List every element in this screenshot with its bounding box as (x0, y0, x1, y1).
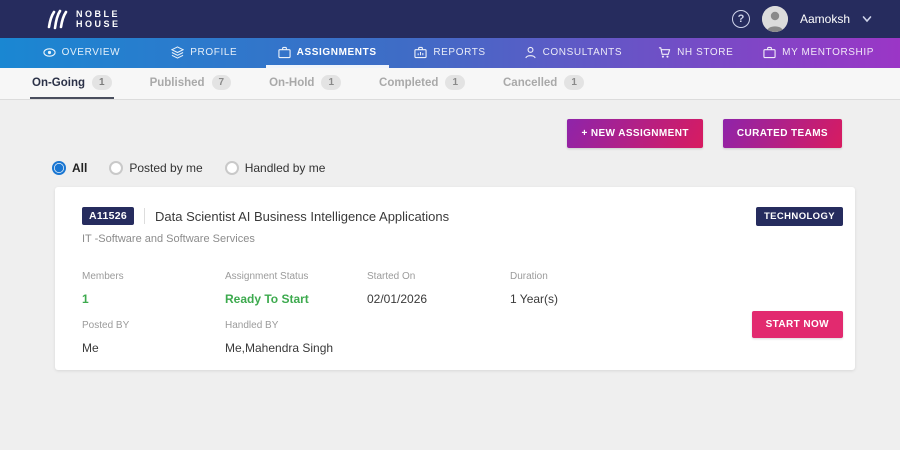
field-value: 02/01/2026 (367, 292, 510, 306)
radio-icon (225, 161, 239, 175)
main-content: + NEW ASSIGNMENT CURATED TEAMS All Poste… (0, 100, 900, 450)
tab-count-badge: 7 (212, 75, 232, 90)
eye-icon (43, 46, 56, 59)
logo-text: NOBLE HOUSE (76, 9, 121, 30)
nav-label: OVERVIEW (62, 47, 121, 58)
nav-item-overview[interactable]: OVERVIEW (20, 38, 143, 68)
field-assignment-status: Assignment Status Ready To Start (225, 271, 367, 306)
radio-label: Posted by me (129, 161, 202, 175)
app-window: NOBLE HOUSE ? Aamoksh (0, 0, 900, 450)
radio-icon (52, 161, 66, 175)
nav-label: PROFILE (190, 47, 237, 58)
card-header: A11526 Data Scientist AI Business Intell… (82, 207, 843, 225)
field-value: 1 (82, 292, 225, 306)
field-label: Members (82, 271, 225, 282)
curated-teams-button[interactable]: CURATED TEAMS (723, 119, 842, 148)
nav-label: CONSULTANTS (543, 47, 623, 58)
field-handled-by: Handled BY Me,Mahendra Singh (225, 320, 843, 355)
noble-house-logo[interactable]: NOBLE HOUSE (45, 7, 121, 31)
nav-label: MY MENTORSHIP (782, 47, 874, 58)
radio-all[interactable]: All (52, 161, 87, 175)
field-started-on: Started On 02/01/2026 (367, 271, 510, 306)
briefcase-icon (763, 46, 776, 59)
tab-count-badge: 1 (321, 75, 341, 90)
tab-count-badge: 1 (92, 75, 112, 90)
tab-completed[interactable]: Completed 1 (377, 68, 467, 99)
tab-on-going[interactable]: On-Going 1 (30, 68, 114, 99)
start-now-button[interactable]: START NOW (752, 311, 843, 338)
radio-posted-by-me[interactable]: Posted by me (109, 161, 202, 175)
nav-item-nh-store[interactable]: NH STORE (634, 38, 757, 68)
field-label: Handled BY (225, 320, 843, 331)
fields-row-1: Members 1 Assignment Status Ready To Sta… (82, 271, 843, 306)
field-duration: Duration 1 Year(s) (510, 271, 843, 306)
field-label: Posted BY (82, 320, 225, 331)
status-tabs: On-Going 1 Published 7 On-Hold 1 Complet… (0, 68, 900, 100)
nav-label: ASSIGNMENTS (297, 47, 377, 58)
assignment-category: IT -Software and Software Services (82, 233, 843, 245)
nav-item-reports[interactable]: REPORTS (389, 38, 512, 68)
cart-icon (658, 46, 671, 59)
tab-label: Published (150, 77, 205, 89)
layers-icon (171, 46, 184, 59)
industry-badge: TECHNOLOGY (756, 207, 843, 226)
tab-label: Cancelled (503, 77, 557, 89)
nav-item-assignments[interactable]: ASSIGNMENTS (266, 38, 389, 68)
actions-row: + NEW ASSIGNMENT CURATED TEAMS (0, 100, 900, 148)
avatar[interactable] (762, 6, 788, 32)
chevron-down-icon[interactable] (862, 14, 872, 24)
radio-icon (109, 161, 123, 175)
assignment-card: A11526 Data Scientist AI Business Intell… (55, 187, 855, 370)
filter-radios: All Posted by me Handled by me (52, 161, 900, 175)
field-value: Ready To Start (225, 292, 367, 306)
briefcase-icon (278, 46, 291, 59)
nav-label: REPORTS (433, 47, 485, 58)
field-posted-by: Posted BY Me (82, 320, 225, 355)
new-assignment-button[interactable]: + NEW ASSIGNMENT (567, 119, 702, 148)
radio-label: All (72, 161, 87, 175)
person-icon (524, 46, 537, 59)
person-silhouette-icon (762, 6, 788, 32)
user-name[interactable]: Aamoksh (800, 12, 850, 26)
tab-count-badge: 1 (564, 75, 584, 90)
help-icon[interactable]: ? (732, 10, 750, 28)
tab-count-badge: 1 (445, 75, 465, 90)
divider (144, 208, 145, 224)
field-value: Me (82, 341, 225, 355)
tab-on-hold[interactable]: On-Hold 1 (267, 68, 343, 99)
field-members: Members 1 (82, 271, 225, 306)
tab-published[interactable]: Published 7 (148, 68, 234, 99)
tab-label: On-Going (32, 77, 85, 89)
field-value: 1 Year(s) (510, 292, 843, 306)
tab-cancelled[interactable]: Cancelled 1 (501, 68, 586, 99)
briefcase-chart-icon (414, 46, 427, 59)
tab-label: On-Hold (269, 77, 314, 89)
assignment-id-badge: A11526 (82, 207, 134, 225)
field-label: Duration (510, 271, 843, 282)
nav-item-profile[interactable]: PROFILE (143, 38, 266, 68)
top-bar: NOBLE HOUSE ? Aamoksh (0, 0, 900, 38)
assignment-title[interactable]: Data Scientist AI Business Intelligence … (155, 209, 449, 224)
nav-item-consultants[interactable]: CONSULTANTS (511, 38, 634, 68)
radio-handled-by-me[interactable]: Handled by me (225, 161, 326, 175)
topbar-right: ? Aamoksh (732, 6, 872, 32)
tab-label: Completed (379, 77, 438, 89)
nav-label: NH STORE (677, 47, 733, 58)
nav-item-my-mentorship[interactable]: MY MENTORSHIP (757, 38, 880, 68)
field-value: Me,Mahendra Singh (225, 341, 843, 355)
main-nav: OVERVIEW PROFILE ASSIGNMENTS REPORTS (0, 38, 900, 68)
field-label: Started On (367, 271, 510, 282)
fields-row-2: Posted BY Me Handled BY Me,Mahendra Sing… (82, 320, 843, 355)
logo-strokes-icon (45, 7, 71, 31)
radio-label: Handled by me (245, 161, 326, 175)
field-label: Assignment Status (225, 271, 367, 282)
